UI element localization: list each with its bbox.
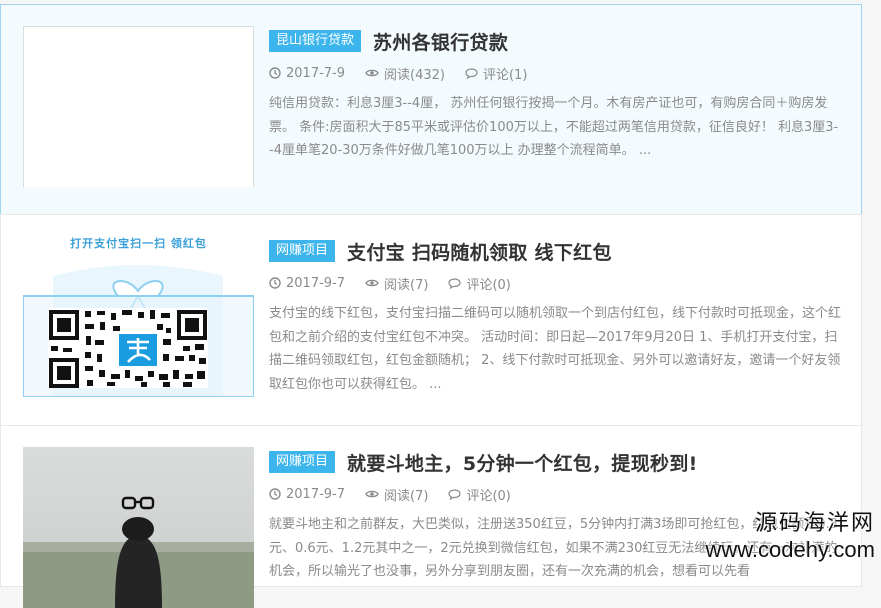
post-header: 网赚项目 支付宝 扫码随机领取 线下红包 — [269, 236, 841, 266]
eye-icon — [365, 490, 379, 498]
post-date: 2017-9-7 — [269, 487, 345, 502]
post-excerpt: 就要斗地主和之前群友，大巴类似，注册送350红豆，5分钟内打满3场即可抢红包，红… — [269, 517, 839, 579]
date-text: 2017-7-9 — [286, 65, 346, 81]
qr-code-icon — [48, 308, 208, 388]
eye-icon — [365, 279, 379, 287]
comments-text: 评论(0) — [466, 277, 511, 293]
category-tag[interactable]: 网赚项目 — [269, 451, 336, 473]
views-text: 阅读(7) — [384, 488, 429, 504]
clock-icon — [269, 67, 281, 79]
post-views: 阅读(432) — [365, 64, 445, 83]
post-date: 2017-7-9 — [269, 66, 345, 81]
category-tag[interactable]: 网赚项目 — [269, 240, 336, 262]
comments-text: 评论(0) — [466, 488, 511, 504]
views-text: 阅读(7) — [384, 277, 429, 293]
post-thumbnail[interactable]: 打开支付宝扫一扫 领红包 — [23, 236, 254, 397]
post-views: 阅读(7) — [365, 485, 428, 504]
post-title[interactable]: 支付宝 扫码随机领取 线下红包 — [347, 238, 612, 265]
post-comments[interactable]: 评论(0) — [448, 485, 511, 504]
post-thumbnail[interactable] — [23, 26, 254, 187]
post-content: 网赚项目 就要斗地主，5分钟一个红包，提现秒到! 2017-9-7 阅读(7) … — [269, 447, 841, 607]
post-header: 昆山银行贷款 苏州各银行贷款 — [269, 26, 841, 56]
date-text: 2017-9-7 — [286, 486, 346, 502]
comment-icon — [448, 277, 462, 289]
clock-icon — [269, 277, 281, 289]
post-meta: 2017-7-9 阅读(432) 评论(1) — [269, 63, 841, 83]
post-views: 阅读(7) — [365, 274, 428, 293]
post-item[interactable]: 昆山银行贷款 苏州各银行贷款 2017-7-9 阅读(432) 评论(1) 纯信… — [0, 4, 862, 215]
post-comments[interactable]: 评论(1) — [465, 64, 527, 83]
views-text: 阅读(432) — [384, 67, 445, 83]
alipay-logo-icon — [119, 334, 157, 366]
post-item[interactable]: 打开支付宝扫一扫 领红包 网赚项目 支付宝 扫码随机领取 线下红包 2017-9… — [0, 214, 862, 426]
comment-icon — [448, 488, 462, 500]
post-date: 2017-9-7 — [269, 276, 345, 291]
post-meta: 2017-9-7 阅读(7) 评论(0) — [269, 273, 841, 293]
post-title[interactable]: 就要斗地主，5分钟一个红包，提现秒到! — [347, 449, 698, 476]
person-photo-image — [23, 447, 254, 608]
post-item[interactable]: 网赚项目 就要斗地主，5分钟一个红包，提现秒到! 2017-9-7 阅读(7) … — [0, 425, 862, 608]
post-comments[interactable]: 评论(0) — [448, 274, 511, 293]
date-text: 2017-9-7 — [286, 275, 346, 291]
post-thumbnail[interactable] — [23, 447, 254, 608]
clock-icon — [269, 488, 281, 500]
post-content: 昆山银行贷款 苏州各银行贷款 2017-7-9 阅读(432) 评论(1) 纯信… — [269, 26, 841, 186]
alipay-qr-image — [23, 236, 254, 397]
post-list: 昆山银行贷款 苏州各银行贷款 2017-7-9 阅读(432) 评论(1) 纯信… — [0, 0, 862, 608]
post-excerpt: 纯信用贷款：利息3厘3--4厘， 苏州任何银行按揭一个月。木有房产证也可，有购房… — [269, 96, 839, 158]
category-tag[interactable]: 昆山银行贷款 — [269, 30, 362, 52]
thumb-caption: 打开支付宝扫一扫 领红包 — [70, 237, 207, 250]
post-excerpt: 支付宝的线下红包，支付宝扫描二维码可以随机领取一个到店付红包，线下付款时可抵现金… — [269, 306, 841, 392]
comments-text: 评论(1) — [482, 67, 528, 83]
post-title[interactable]: 苏州各银行贷款 — [373, 28, 508, 55]
comment-icon — [465, 67, 478, 79]
eye-icon — [365, 69, 379, 77]
post-content: 网赚项目 支付宝 扫码随机领取 线下红包 2017-9-7 阅读(7) 评论(0… — [269, 236, 841, 396]
post-header: 网赚项目 就要斗地主，5分钟一个红包，提现秒到! — [269, 447, 841, 477]
post-meta: 2017-9-7 阅读(7) 评论(0) — [269, 484, 841, 504]
